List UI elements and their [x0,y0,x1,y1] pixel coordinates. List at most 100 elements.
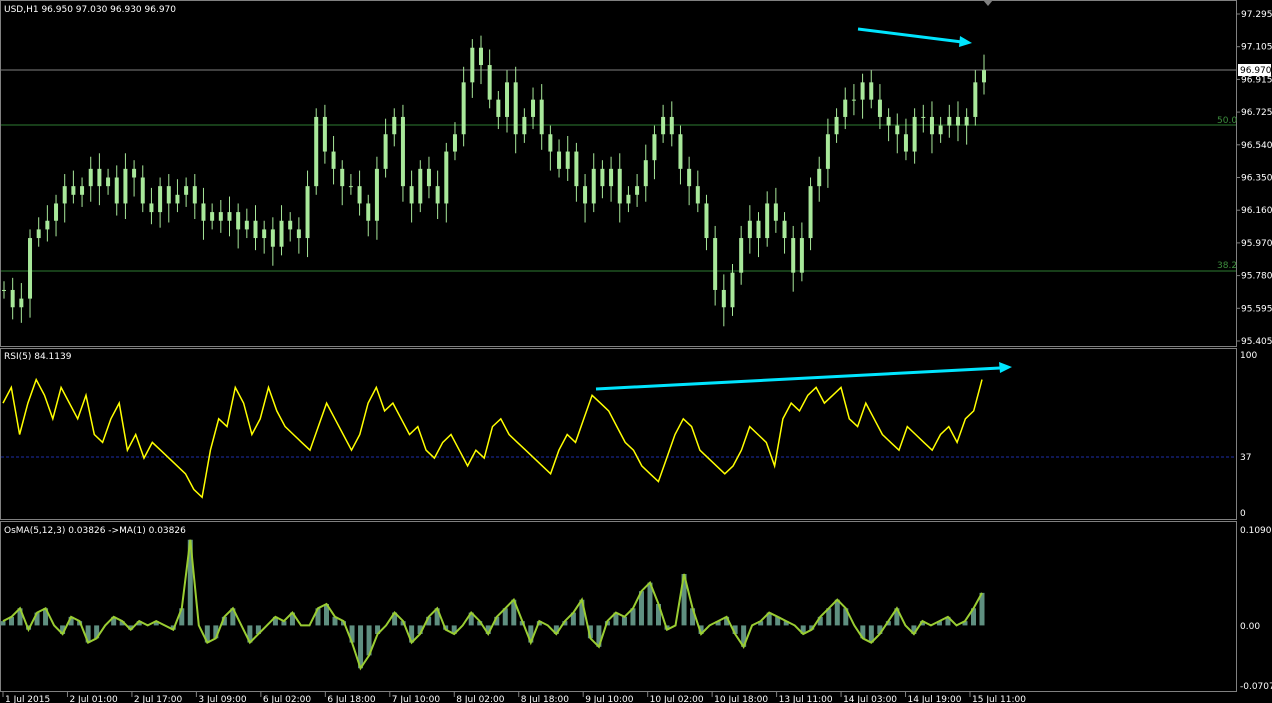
time-tick-label: 2 Jul 01:00 [69,695,118,703]
candle-body [435,186,440,204]
candle-body [192,186,197,204]
candle-body [938,125,943,135]
time-tick-label: 6 Jul 02:00 [263,695,312,703]
time-tick-label: 8 Jul 18:00 [521,695,570,703]
candle-body [964,116,969,126]
candle-body [591,168,596,204]
osma-header: OsMA(5,12,3) 0.03826 ->MA(1) 0.03826 [4,526,186,536]
candle-body [652,134,657,161]
price-tick-label: 97.295 [1241,10,1272,20]
rsi-header: RSI(5) 84.1139 [4,352,72,362]
time-tick-label: 9 Jul 10:00 [585,695,634,703]
candle-body [834,116,839,135]
time-tick-label: 15 Jul 11:00 [972,695,1026,703]
candle-body [808,186,813,239]
candle-body [71,186,76,195]
candle-body [713,238,718,290]
candle-body [36,229,41,239]
candle-body [825,134,830,169]
price-tick-label: 96.915 [1241,75,1272,85]
candle-body [166,186,171,204]
candle-body [19,298,24,308]
candle-body [704,203,709,239]
price-tick-label: 96.540 [1241,141,1272,151]
price-label: 96.970 [1240,66,1272,76]
time-tick-label: 14 Jul 19:00 [908,695,962,703]
price-tick-label: 96.160 [1241,206,1272,216]
rsi-panel-frame [0,348,1237,520]
candle-body [340,168,345,187]
candle-body [721,289,726,308]
fib-label-50: 50.0 [1217,116,1237,126]
time-tick-label: 8 Jul 02:00 [456,695,505,703]
candle-body [62,186,67,204]
candle-body [253,220,258,239]
candle-body [218,212,223,221]
candle-body [236,212,241,230]
candle-body [895,125,900,135]
rsi-line[interactable] [2,377,983,499]
candle-body [851,99,856,101]
candle-body [331,151,336,169]
candle-body [557,151,562,169]
candle-body [123,168,128,204]
candle-body [886,116,891,126]
candle-body [860,82,865,100]
candle-body [149,203,154,213]
candle-body [687,168,692,187]
candle-body [635,186,640,195]
candle-body [791,238,796,273]
candle-body [348,186,353,188]
candle-body [270,229,275,247]
candle-body [730,272,735,308]
candle-body [478,47,483,66]
candle-body [444,151,449,204]
candle-body [10,289,15,308]
candle-body [158,186,163,213]
time-tick-label: 10 Jul 02:00 [650,695,704,703]
candle-body [114,177,119,204]
osma-tick-max: 0.10902 [1240,526,1272,536]
rsi-trend-arrow[interactable] [595,362,1012,391]
candle-body [496,99,501,117]
price-trend-arrow[interactable] [857,27,972,47]
candle-body [106,177,111,187]
candle-body [314,116,319,187]
price-tick-label: 95.970 [1241,239,1272,249]
candle-body [747,220,752,239]
candle-body [2,289,6,291]
candle-body [28,238,33,299]
candle-body [799,238,804,273]
candle-body [227,212,232,221]
candle-body [452,134,457,152]
candle-body [574,151,579,187]
candle-body [80,186,85,195]
candle-body [973,82,978,117]
candle-body [513,82,518,135]
candle-body [661,116,666,135]
candle-body [279,220,284,247]
candle-body [982,70,986,83]
candle-body [903,134,908,152]
candle-body [97,168,102,187]
candle-body [609,168,614,187]
candle-body [409,186,414,204]
time-tick-label: 2 Jul 17:00 [134,695,183,703]
candle-body [461,82,466,135]
candle-body [296,229,301,239]
candle-body [756,220,761,239]
scroll-marker-icon[interactable] [983,0,993,6]
time-tick-label: 1 Jul 2015 [5,695,50,703]
rsi-tick-100: 100 [1240,351,1257,361]
candle-body [765,203,770,239]
candle-body [947,116,952,126]
candle-body [817,168,822,187]
main-header: USD,H1 96.950 97.030 96.930 96.970 [4,5,176,15]
time-tick-label: 6 Jul 18:00 [327,695,376,703]
trading-chart: 50.0 38.2 USD,H1 96.950 97.030 96.930 96… [0,0,1272,703]
candle-body [305,186,310,239]
price-tick-label: 96.350 [1241,174,1272,184]
candles-group [2,35,986,327]
candle-body [505,82,510,117]
candle-body [201,203,206,221]
